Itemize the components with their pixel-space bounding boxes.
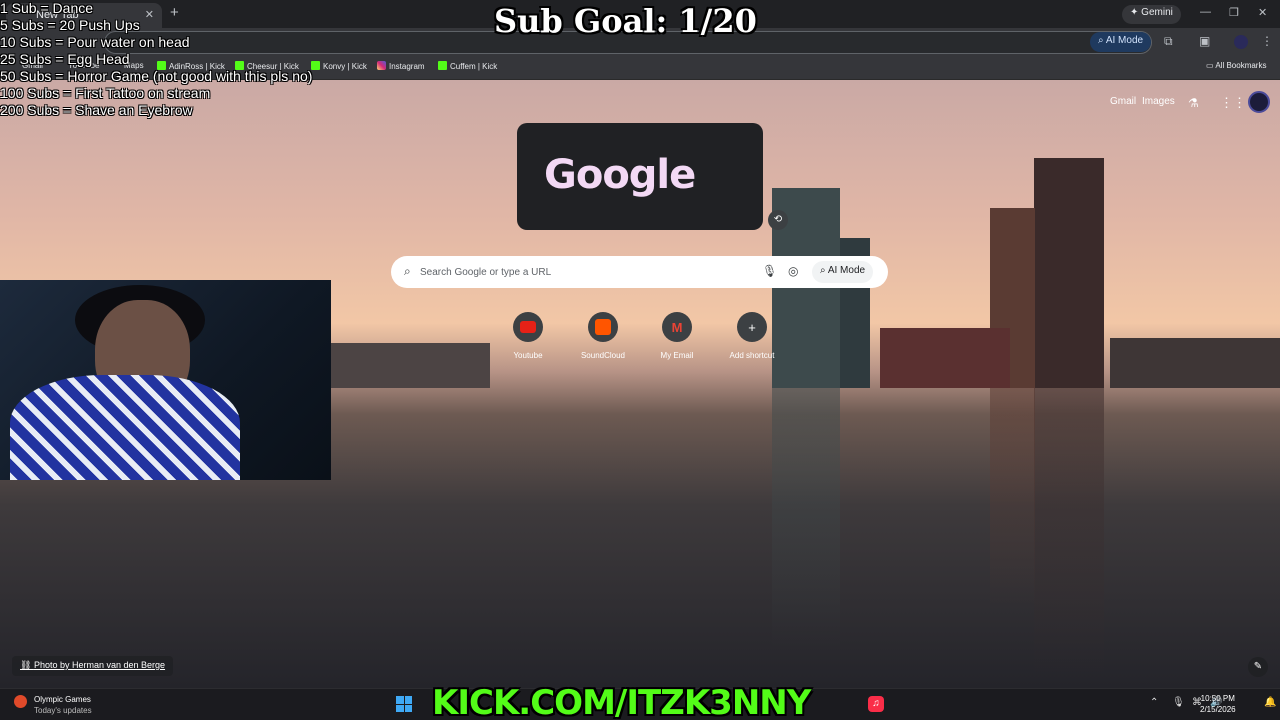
all-bookmarks-button[interactable]: ▭ All Bookmarks (1206, 61, 1266, 70)
gmail-link[interactable]: Gmail (1110, 96, 1136, 107)
shortcut-soundcloud[interactable]: SoundCloud (573, 312, 633, 360)
bookmark-instagram[interactable]: Instagram (377, 61, 425, 71)
streamer-blanket (10, 375, 240, 480)
photo-credit-link[interactable]: ⛓ Photo by Herman van den Berge (12, 656, 174, 676)
clock-date: 2/15/2026 (1200, 705, 1236, 714)
shortcut-my-email[interactable]: M My Email (647, 312, 707, 360)
building (1034, 158, 1104, 388)
search-box[interactable]: ⌕ 🎙 ◎ ⌕ AI Mode (391, 256, 888, 288)
gemini-button[interactable]: ✦ Gemini (1122, 5, 1181, 24)
google-account-avatar[interactable] (1248, 91, 1270, 113)
ai-mode-chip[interactable]: ⌕ AI Mode (1090, 32, 1152, 52)
gemini-label: Gemini (1141, 7, 1173, 18)
taskbar-clock[interactable]: 10:50 PM 2/15/2026 (1200, 693, 1236, 715)
shortcut-label: Add shortcut (729, 351, 775, 360)
apple-music-icon[interactable]: ♫ (868, 696, 884, 712)
goal-item: 10 Subs = Pour water on head (0, 34, 190, 50)
goal-item: 200 Subs = Shave an Eyebrow (0, 102, 193, 118)
customize-pencil-icon[interactable]: ✎ (1248, 657, 1268, 677)
gmail-icon: M (662, 312, 692, 342)
doodle-logo-text: Google (544, 152, 696, 198)
shortcut-label: SoundCloud (580, 351, 626, 360)
sub-goals-list: 1 Sub = Dance 5 Subs = 20 Push Ups 10 Su… (0, 0, 312, 119)
widgets-news-icon[interactable] (14, 695, 27, 708)
news-subtitle: Today's updates (34, 706, 92, 715)
microphone-tray-icon[interactable]: 🎙 (1172, 697, 1185, 708)
building (880, 328, 1010, 388)
chevron-up-icon[interactable]: ⌃ (1150, 697, 1158, 708)
shortcut-label: Youtube (513, 351, 543, 360)
building (1110, 338, 1280, 388)
clock-time: 10:50 PM (1200, 694, 1235, 703)
goal-item: 5 Subs = 20 Push Ups (0, 17, 140, 33)
shortcut-youtube[interactable]: Youtube (498, 312, 558, 360)
search-input[interactable] (420, 262, 740, 282)
ai-mode-label: AI Mode (827, 265, 866, 276)
shortcut-label: My Email (660, 351, 694, 360)
water-reflection (990, 388, 1035, 608)
shortcut-add[interactable]: + Add shortcut (722, 312, 782, 360)
webcam-overlay (0, 280, 331, 480)
water-reflection (772, 388, 840, 648)
windows-start-icon[interactable] (396, 696, 412, 712)
kick-channel-overlay: KICK.COM/ITZK3NNY (432, 683, 811, 720)
sub-goal-counter: Sub Goal: 1/20 (494, 2, 757, 40)
close-window-icon[interactable]: ✕ (1258, 6, 1267, 19)
profile-avatar[interactable] (1234, 35, 1248, 49)
youtube-icon (513, 312, 543, 342)
kick-icon (438, 61, 447, 70)
goal-item: 25 Subs = Egg Head (0, 51, 130, 67)
plus-icon: + (737, 312, 767, 342)
news-title: Olympic Games (34, 695, 91, 704)
ai-mode-label: AI Mode (1105, 35, 1144, 46)
restore-icon[interactable]: ❐ (1229, 6, 1239, 19)
search-icon: ⌕ (404, 264, 411, 278)
menu-icon[interactable]: ⋮ (1261, 34, 1273, 48)
widgets-news[interactable]: Olympic Games Today's updates (34, 694, 92, 716)
ai-mode-button[interactable]: ⌕ AI Mode (812, 261, 874, 283)
notification-bell-icon[interactable]: 🔔 (1264, 697, 1276, 708)
instagram-icon (377, 61, 386, 70)
building (330, 343, 490, 388)
sidepanel-icon[interactable]: ▣ (1199, 34, 1210, 48)
bookmark-cuffem-kick[interactable]: Cuffem | Kick (438, 61, 497, 71)
minimize-icon[interactable]: — (1200, 6, 1211, 18)
images-link[interactable]: Images (1142, 96, 1175, 107)
water-reflection (1034, 388, 1104, 678)
share-icon[interactable]: ⟲ (768, 210, 788, 230)
apps-grid-icon[interactable]: ⋮⋮ (1220, 95, 1246, 111)
goal-item: 100 Subs = First Tattoo on stream (0, 85, 211, 101)
microphone-icon[interactable]: 🎙 (762, 264, 777, 278)
screen: New Tab ✕ + ✦ Gemini — ❐ ✕ ⌕ AI Mode ⧉ ▣… (0, 0, 1280, 720)
goal-item: 1 Sub = Dance (0, 0, 94, 16)
extensions-icon[interactable]: ⧉ (1164, 34, 1173, 49)
soundcloud-icon (588, 312, 618, 342)
bookmark-konvy-kick[interactable]: Konvy | Kick (311, 61, 367, 71)
goal-item: 50 Subs = Horror Game (not good with thi… (0, 68, 313, 84)
lens-camera-icon[interactable]: ◎ (788, 264, 798, 278)
labs-flask-icon[interactable]: ⚗ (1188, 96, 1199, 110)
